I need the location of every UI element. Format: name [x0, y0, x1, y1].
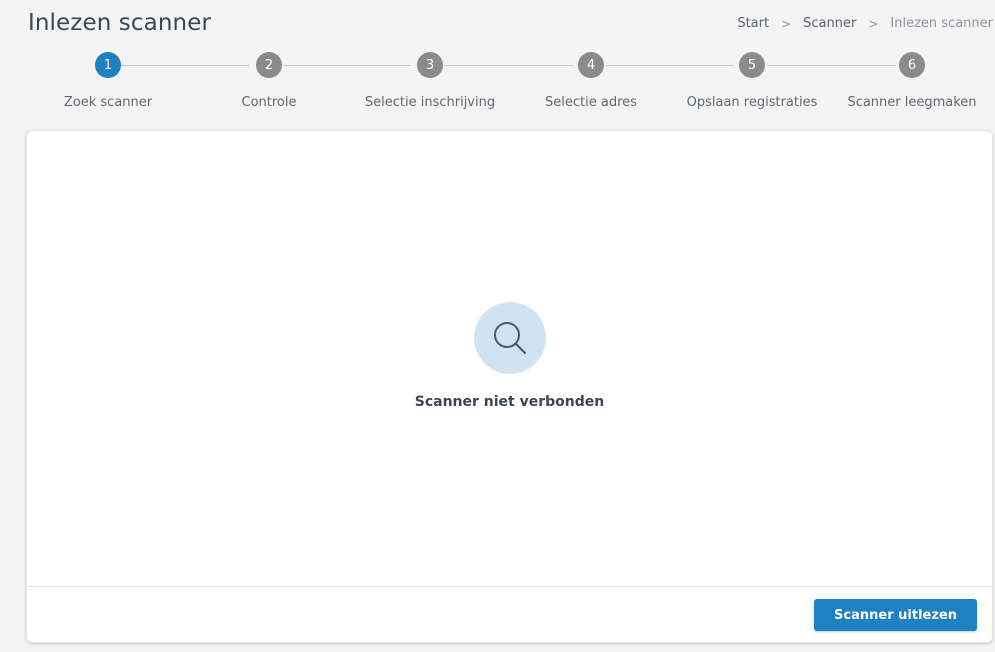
empty-state-message: Scanner niet verbonden [414, 394, 605, 410]
step-number: 4 [578, 52, 604, 78]
step-opslaan-registraties[interactable]: 5 Opslaan registraties [672, 52, 832, 110]
step-label: Selectie adres [545, 95, 637, 110]
step-label: Controle [241, 95, 297, 110]
step-number: 1 [95, 52, 121, 78]
step-controle[interactable]: 2 Controle [189, 52, 349, 110]
breadcrumb-item-current: Inlezen scanner [890, 16, 993, 31]
step-label: Scanner leegmaken [847, 95, 977, 110]
step-label: Selectie inschrijving [364, 95, 496, 110]
page-title: Inlezen scanner [28, 10, 211, 36]
step-selectie-adres[interactable]: 4 Selectie adres [511, 52, 671, 110]
search-icon-svg [493, 322, 526, 355]
step-number: 5 [739, 52, 765, 78]
stepper: 1 Zoek scanner 2 Controle 3 Selectie ins… [28, 52, 994, 122]
breadcrumb-separator: > [868, 16, 879, 31]
breadcrumb: Start > Scanner > Inlezen scanner [737, 16, 993, 31]
card-footer: Scanner uitlezen [27, 586, 992, 642]
content-card: Scanner niet verbonden Scanner uitlezen [26, 130, 993, 643]
step-selectie-inschrijving[interactable]: 3 Selectie inschrijving [350, 52, 510, 110]
step-label: Opslaan registraties [686, 95, 818, 110]
step-number: 3 [417, 52, 443, 78]
step-number: 2 [256, 52, 282, 78]
breadcrumb-item-scanner[interactable]: Scanner [803, 16, 856, 31]
step-number: 6 [899, 52, 925, 78]
empty-state: Scanner niet verbonden [27, 302, 992, 410]
breadcrumb-separator: > [781, 16, 792, 31]
search-icon [473, 302, 546, 374]
scanner-uitlezen-button[interactable]: Scanner uitlezen [814, 599, 977, 631]
step-label: Zoek scanner [63, 95, 153, 110]
step-scanner-leegmaken[interactable]: 6 Scanner leegmaken [832, 52, 992, 110]
breadcrumb-item-start[interactable]: Start [737, 16, 769, 31]
step-zoek-scanner[interactable]: 1 Zoek scanner [28, 52, 188, 110]
page: Inlezen scanner Start > Scanner > Inleze… [0, 0, 995, 652]
